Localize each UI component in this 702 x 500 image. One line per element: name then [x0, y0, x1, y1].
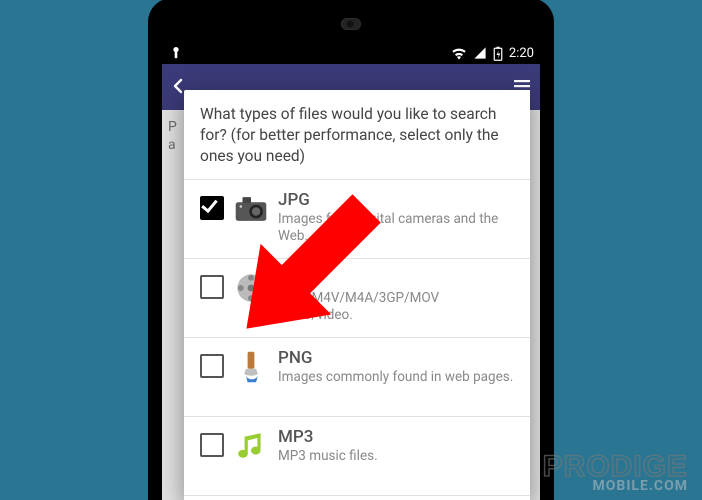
file-type-title: PNG [278, 348, 516, 368]
file-type-item-mp3[interactable]: MP3 MP3 music files. [184, 416, 530, 495]
file-type-desc: Images from digital cameras and the Web. [278, 211, 516, 245]
os-logo-icon [168, 45, 184, 61]
file-type-item-png[interactable]: PNG Images commonly found in web pages. [184, 337, 530, 416]
status-bar: 2:20 [162, 42, 540, 64]
watermark-line1: PRODIGE [543, 453, 688, 480]
checkbox-mp3[interactable] [200, 433, 224, 457]
file-type-item-gif[interactable]: GIF Images commonly found in web pages. [184, 495, 530, 500]
watermark: PRODIGE MOBILE.COM [543, 453, 688, 494]
file-type-item-mp4[interactable]: MP4 MP4/M4V/M4A/3GP/MOV audio/video. [184, 258, 530, 337]
file-type-desc: MP4/M4V/M4A/3GP/MOV audio/video. [278, 290, 516, 324]
film-icon [234, 271, 268, 305]
file-type-title: JPG [278, 190, 516, 210]
background-hint-text: P a [168, 118, 177, 154]
checkbox-jpg[interactable] [200, 196, 224, 220]
music-icon [234, 429, 268, 463]
brush-icon [234, 350, 268, 384]
status-time: 2:20 [509, 46, 534, 61]
file-type-item-jpg[interactable]: JPG Images from digital cameras and the … [184, 179, 530, 258]
file-types-dialog: What types of files would you like to se… [184, 90, 530, 500]
file-type-title: MP4 [278, 269, 516, 289]
dialog-title: What types of files would you like to se… [184, 90, 530, 179]
camera-icon [234, 192, 268, 226]
file-type-list: JPG Images from digital cameras and the … [184, 179, 530, 500]
checkbox-png[interactable] [200, 354, 224, 378]
phone-frame: 2:20 P a What types of files would you l… [150, 0, 552, 500]
file-type-title: MP3 [278, 427, 516, 447]
front-camera [341, 18, 361, 30]
battery-icon [493, 46, 503, 61]
signal-icon [473, 46, 487, 60]
watermark-line2: MOBILE.COM [543, 478, 688, 494]
screen: 2:20 P a What types of files would you l… [162, 42, 540, 500]
file-type-desc: MP3 music files. [278, 448, 516, 465]
checkbox-mp4[interactable] [200, 275, 224, 299]
wifi-icon [451, 46, 467, 60]
file-type-desc: Images commonly found in web pages. [278, 369, 516, 386]
